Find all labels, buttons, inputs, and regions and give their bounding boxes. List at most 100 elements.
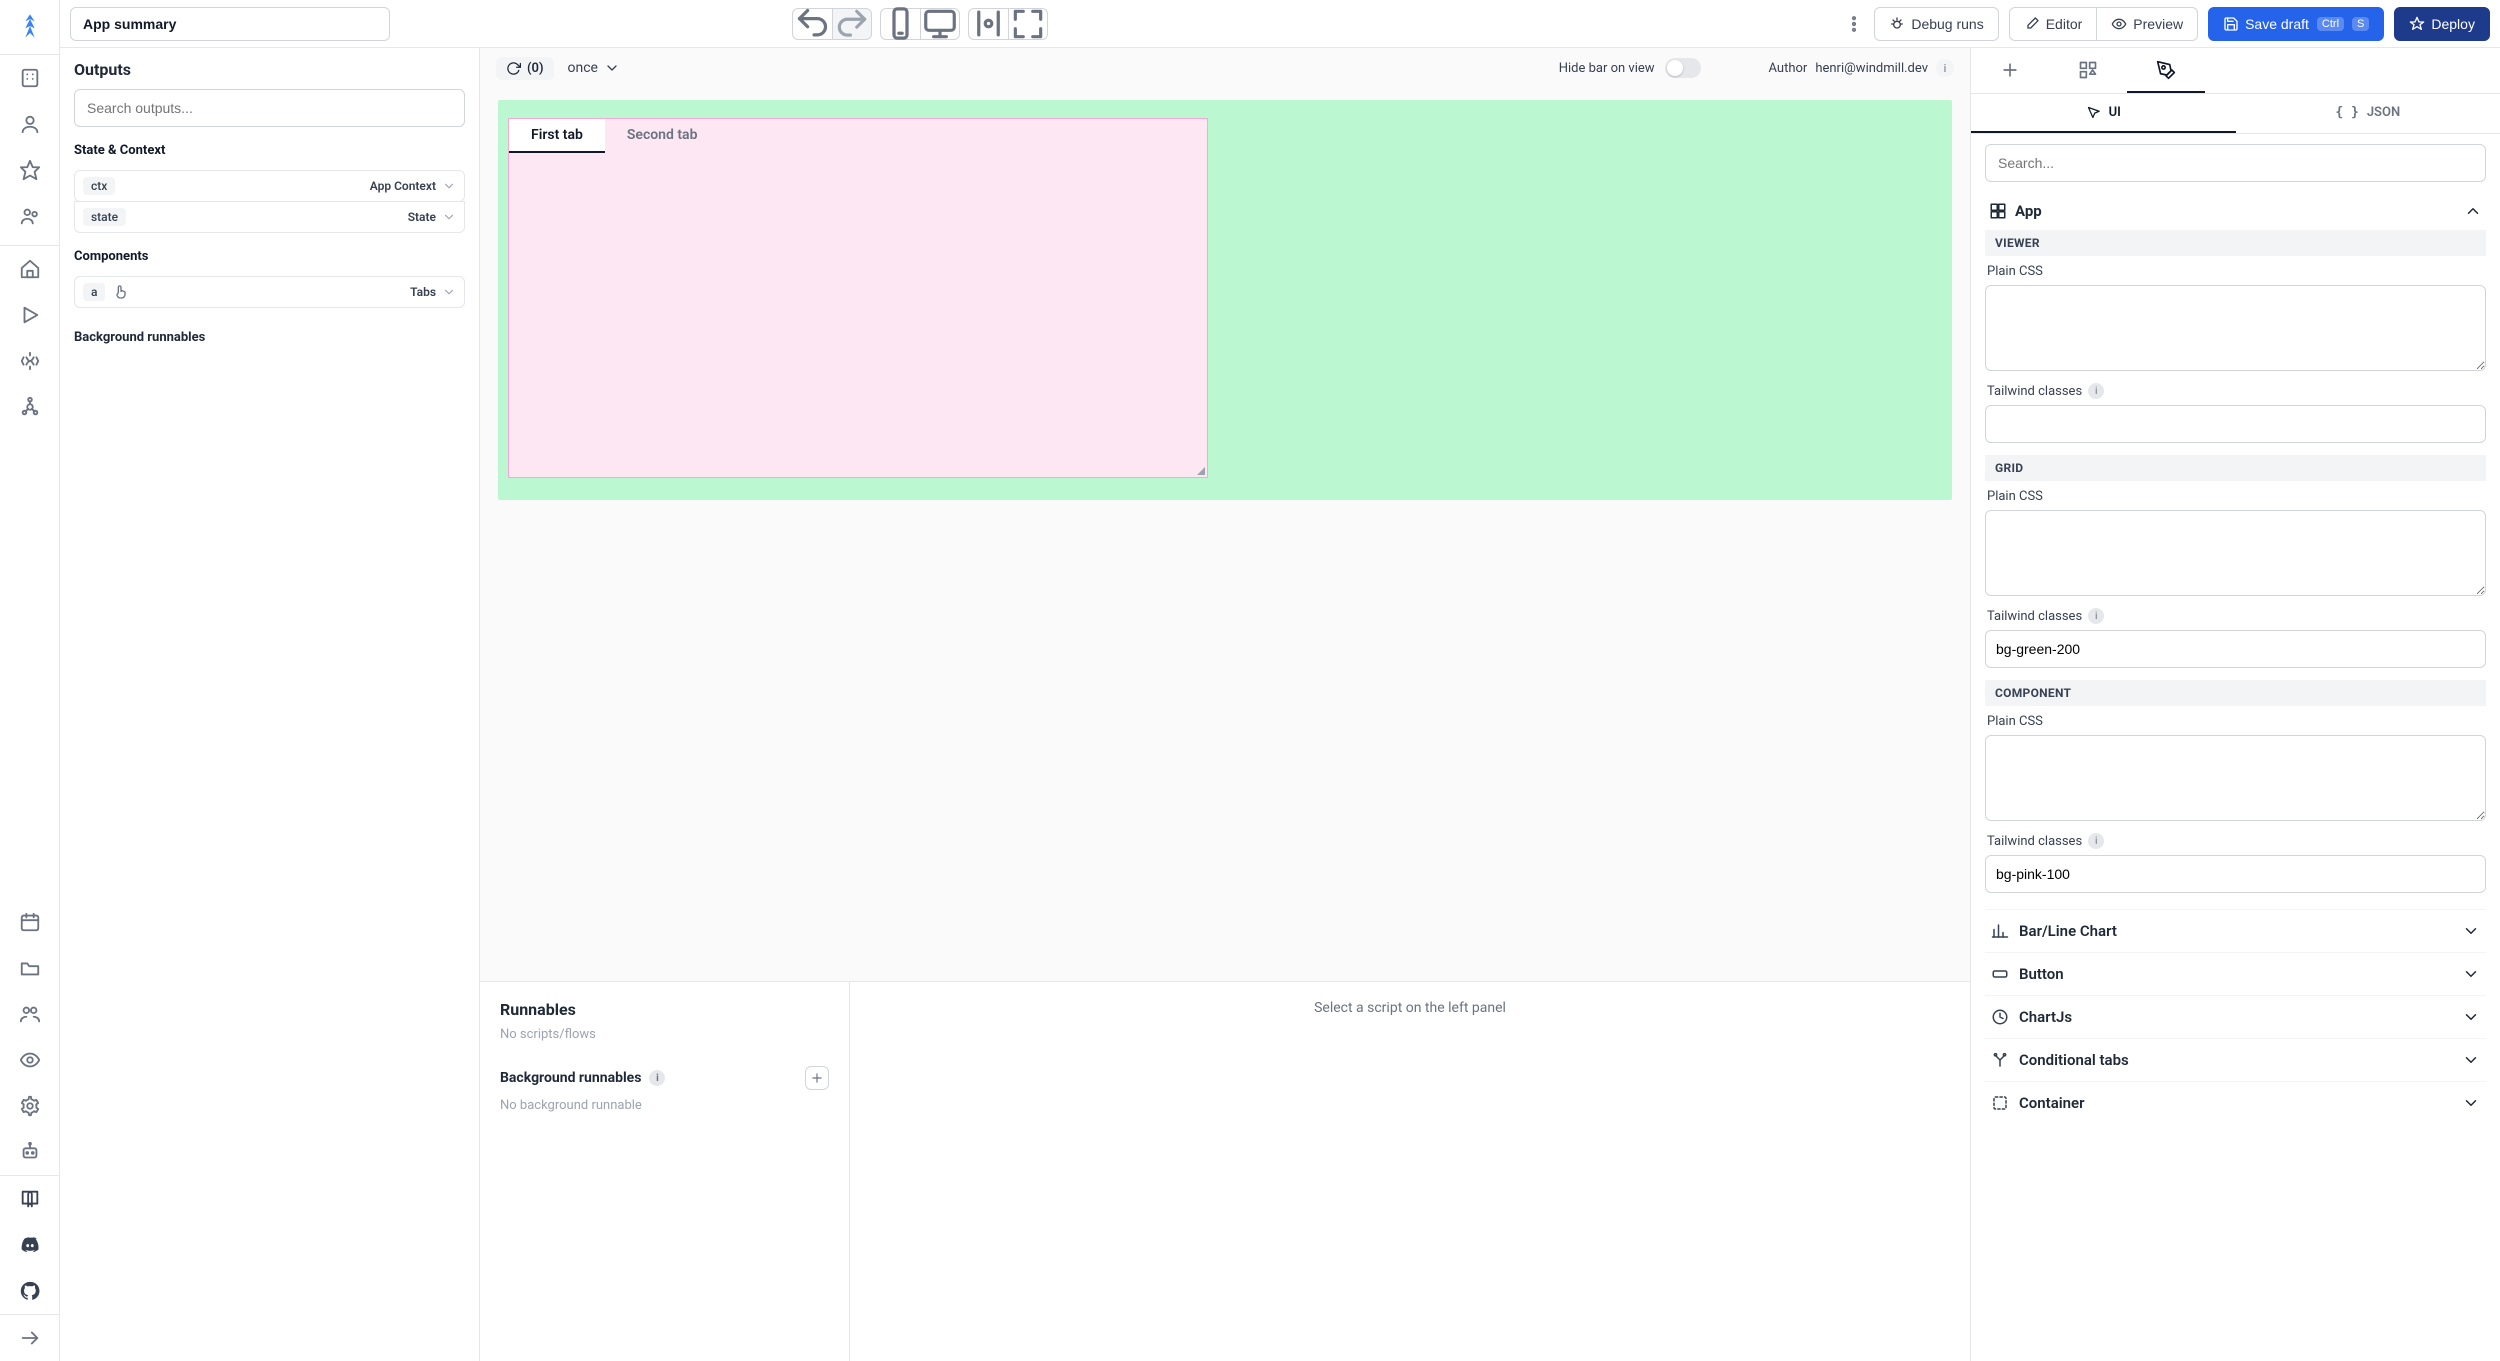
nav-settings-icon[interactable]: [0, 1083, 60, 1129]
grid-tw-input[interactable]: [1985, 630, 2486, 668]
script-editor-placeholder: Select a script on the left panel: [850, 982, 1970, 1361]
nav-groups-icon[interactable]: [0, 991, 60, 1037]
right-search-input[interactable]: [1985, 144, 2486, 182]
nav-audit-icon[interactable]: [0, 1037, 60, 1083]
desktop-view-button[interactable]: [920, 8, 960, 40]
deploy-label: Deploy: [2431, 16, 2475, 32]
app-section-header[interactable]: App: [1985, 192, 2486, 230]
mode-tab-ui[interactable]: UI: [1971, 94, 2236, 133]
nav-schedules-icon[interactable]: [0, 899, 60, 945]
chevron-down-icon: [2462, 922, 2480, 940]
nav-users-icon[interactable]: [0, 193, 60, 239]
nav-folders-icon[interactable]: [0, 945, 60, 991]
category-button[interactable]: Button: [1985, 952, 2486, 995]
viewer-tw-input[interactable]: [1985, 405, 2486, 443]
editor-label: Editor: [2046, 16, 2083, 32]
nav-variables-icon[interactable]: [0, 338, 60, 384]
info-icon[interactable]: i: [2088, 608, 2104, 624]
save-draft-button[interactable]: Save draft Ctrl S: [2208, 7, 2384, 41]
chevron-down-icon: [442, 285, 456, 299]
script-editor-hint: Select a script on the left panel: [1314, 1000, 1506, 1016]
deploy-button[interactable]: Deploy: [2394, 7, 2490, 41]
nav-docs-icon[interactable]: [0, 1176, 60, 1222]
preview-button[interactable]: Preview: [2097, 7, 2198, 41]
app-logo-icon: [16, 12, 44, 40]
preview-label: Preview: [2133, 16, 2183, 32]
undo-button[interactable]: [792, 8, 832, 40]
viewer-plain-css-input[interactable]: [1985, 285, 2486, 371]
refresh-button[interactable]: (0): [496, 57, 554, 80]
redo-button[interactable]: [832, 8, 872, 40]
grid-container[interactable]: First tab Second tab: [498, 100, 1952, 500]
chevron-down-icon: [2462, 1094, 2480, 1112]
components-label: Components: [74, 249, 465, 264]
mode-tab-json[interactable]: { }JSON: [2236, 94, 2500, 133]
bg-runnables-label: Background runnables: [74, 330, 465, 345]
grid-header: GRID: [1985, 455, 2486, 481]
category-chartjs[interactable]: ChartJs: [1985, 995, 2486, 1038]
debug-runs-label: Debug runs: [1911, 16, 1983, 32]
viewer-tw-label: Tailwind classes: [1987, 384, 2082, 399]
fullscreen-button[interactable]: [1008, 8, 1048, 40]
tab-first-label: First tab: [531, 127, 583, 143]
author-info-icon[interactable]: i: [1936, 59, 1954, 77]
component-a-type-label: Tabs: [410, 285, 436, 299]
category-bar-line-chart[interactable]: Bar/Line Chart: [1985, 909, 2486, 952]
info-icon[interactable]: i: [2088, 833, 2104, 849]
info-icon[interactable]: i: [2088, 383, 2104, 399]
component-a-row[interactable]: a Tabs: [74, 276, 465, 308]
state-pill: state: [83, 208, 126, 226]
tab-second[interactable]: Second tab: [605, 119, 720, 153]
viewer-header: VIEWER: [1985, 230, 2486, 256]
nav-user-icon[interactable]: [0, 101, 60, 147]
nav-resources-icon[interactable]: [0, 384, 60, 430]
nav-collapse-icon[interactable]: [0, 1315, 60, 1361]
ctx-row[interactable]: ctx App Context: [74, 170, 465, 202]
nav-star-icon[interactable]: [0, 147, 60, 193]
nav-discord-icon[interactable]: [0, 1222, 60, 1268]
state-context-label: State & Context: [74, 143, 465, 158]
grid-plain-css-input[interactable]: [1985, 510, 2486, 596]
mobile-view-button[interactable]: [880, 8, 920, 40]
width-toggle-button[interactable]: [968, 8, 1008, 40]
category-container[interactable]: Container: [1985, 1081, 2486, 1124]
nav-github-icon[interactable]: [0, 1268, 60, 1314]
nav-home-icon[interactable]: [0, 246, 60, 292]
hide-bar-toggle[interactable]: [1665, 58, 1701, 78]
outputs-panel: Outputs State & Context ctx App Context …: [60, 48, 480, 1361]
right-tab-add[interactable]: [1971, 48, 2049, 93]
canvas-toolbar: (0) once Hide bar on view Author henri: [480, 48, 1970, 88]
info-icon[interactable]: i: [649, 1070, 665, 1086]
right-tab-styling[interactable]: [2127, 48, 2205, 93]
tabs-component[interactable]: First tab Second tab: [508, 118, 1208, 478]
nav-workers-icon[interactable]: [0, 1129, 60, 1175]
component-plain-css-input[interactable]: [1985, 735, 2486, 821]
runnables-empty: No scripts/flows: [500, 1027, 829, 1042]
app-section-label: App: [2015, 202, 2042, 220]
app-title-input[interactable]: [70, 7, 390, 41]
editor-button[interactable]: Editor: [2009, 7, 2098, 41]
chevron-up-icon: [2464, 202, 2482, 220]
top-toolbar: Debug runs Editor Preview Save draft Ctr…: [60, 0, 2500, 48]
nav-workspace-icon[interactable]: [0, 55, 60, 101]
debug-runs-button[interactable]: Debug runs: [1874, 7, 1998, 41]
category-label: Bar/Line Chart: [2019, 922, 2117, 940]
run-mode-value: once: [568, 60, 598, 76]
author-label: Author: [1769, 61, 1808, 76]
nav-runs-icon[interactable]: [0, 292, 60, 338]
tab-first[interactable]: First tab: [509, 119, 605, 153]
chevron-down-icon: [2462, 1008, 2480, 1026]
save-draft-label: Save draft: [2245, 16, 2309, 32]
more-menu-button[interactable]: [1844, 14, 1864, 34]
add-bg-runnable-button[interactable]: [805, 1066, 829, 1090]
run-mode-select[interactable]: once: [568, 60, 620, 76]
mode-tab-json-label: JSON: [2367, 105, 2400, 120]
category-conditional-tabs[interactable]: Conditional tabs: [1985, 1038, 2486, 1081]
outputs-search-input[interactable]: [74, 89, 465, 127]
right-tab-components[interactable]: [2049, 48, 2127, 93]
component-tw-input[interactable]: [1985, 855, 2486, 893]
state-row[interactable]: state State: [74, 201, 465, 233]
mode-tab-ui-label: UI: [2109, 105, 2121, 120]
save-draft-kbd-s: S: [2352, 17, 2369, 31]
resize-handle-icon[interactable]: [1197, 467, 1205, 475]
